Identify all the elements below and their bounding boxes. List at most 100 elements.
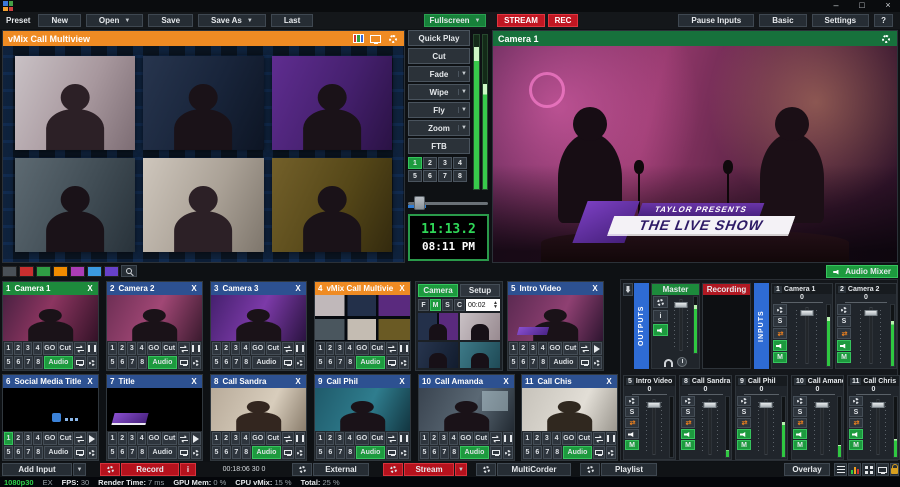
input-settings-icon[interactable] [503,446,513,459]
settings-button[interactable]: Settings [812,14,870,27]
pause-inputs-button[interactable]: Pause Inputs [678,14,754,27]
overlay-2-button[interactable]: 2 [118,432,127,445]
overlay-8-button[interactable]: 8 [539,356,548,369]
input-settings-icon[interactable] [87,446,97,459]
overlay-6-button[interactable]: 6 [326,356,335,369]
input-thumbnail[interactable] [107,388,202,431]
speaker-button[interactable] [773,340,787,351]
loop-icon[interactable] [386,342,398,355]
gear-icon[interactable] [793,396,807,406]
call-thumb[interactable] [460,342,500,369]
transition-t-bar[interactable] [408,196,488,210]
mute-button[interactable]: M [837,352,851,363]
pin-button[interactable] [623,283,633,296]
overlay-8-button[interactable]: 8 [138,446,147,459]
stinger-4-button[interactable]: 4 [453,157,467,169]
overlay-2-button[interactable]: 2 [118,342,127,355]
overlay-3-button[interactable]: 3 [24,432,33,445]
gear-icon[interactable] [386,34,399,44]
overlay-2-button[interactable]: 2 [430,432,439,445]
overlay-4-button[interactable]: 4 [345,432,354,445]
fullscreen-monitor-icon[interactable] [178,356,190,369]
audio-button[interactable]: Audio [252,356,282,369]
close-input-button[interactable]: X [189,284,199,293]
master-fader[interactable] [668,296,693,354]
overlay-7-button[interactable]: 7 [440,446,449,459]
go-button[interactable]: GO [43,342,57,355]
input-header[interactable]: 3 Camera 3 X [211,282,306,295]
overlay-6-button[interactable]: 6 [118,356,127,369]
channel-fader[interactable] [751,396,781,458]
help-button[interactable]: ? [874,14,893,27]
overlay-8-button[interactable]: 8 [242,446,251,459]
color-filter-swatch[interactable] [19,266,34,277]
overlay-7-button[interactable]: 7 [24,356,33,369]
overlay-1-button[interactable]: 1 [420,432,429,445]
overlay-5-button[interactable]: 5 [316,446,325,459]
speaker-button[interactable] [837,340,851,351]
input-header[interactable]: 11 Call Chis X [522,375,617,388]
cut-button[interactable]: Cut [58,342,73,355]
call-thumb[interactable] [418,342,458,369]
input-header[interactable]: 5 Intro Video X [508,282,603,295]
input-thumbnail[interactable] [211,388,306,431]
multicorder-settings-button[interactable] [476,463,496,476]
stinger-5-button[interactable]: 5 [408,170,422,182]
call-thumb[interactable] [460,313,500,340]
overlay-8-button[interactable]: 8 [242,356,251,369]
overlay-1-button[interactable]: 1 [108,342,117,355]
go-button[interactable]: GO [355,342,369,355]
overlay-1-button[interactable]: 1 [316,432,325,445]
go-button[interactable]: GO [355,432,369,445]
stepper-arrows-icon[interactable]: ▲▼ [493,301,498,309]
headphone-volume-knob[interactable] [677,357,687,367]
info-button[interactable]: i [653,310,668,322]
speaker-button[interactable] [653,324,668,336]
overlay-3-button[interactable]: 3 [529,342,538,355]
color-bars-icon[interactable] [352,34,365,44]
fader-handle[interactable] [816,402,829,408]
playpause-button[interactable] [399,342,409,355]
overlay-3-button[interactable]: 3 [231,342,240,355]
audio-button[interactable]: Audio [252,446,282,459]
overlay-4-button[interactable]: 4 [33,342,42,355]
audio-button[interactable]: Audio [563,446,593,459]
overlay-5-button[interactable]: 5 [4,356,13,369]
color-filter-swatch[interactable] [2,266,17,277]
cut-button[interactable]: Cut [370,342,385,355]
bus-routing-icon[interactable]: ⇄ [773,328,787,339]
solo-button[interactable]: S [793,407,807,417]
fader-handle[interactable] [674,302,687,308]
fly-button[interactable]: Fly▼ [408,102,470,118]
playpause-button[interactable] [191,432,201,445]
input-thumbnail[interactable] [315,388,410,431]
input-settings-icon[interactable] [592,356,602,369]
audio-button[interactable]: Audio [549,356,579,369]
overlay-4-button[interactable]: 4 [345,342,354,355]
go-button[interactable]: GO [147,342,161,355]
cut-button[interactable]: Cut [408,48,470,64]
playpause-button[interactable] [87,342,97,355]
playlist-button[interactable]: Playlist [601,463,657,476]
loop-icon[interactable] [593,432,605,445]
fader-handle[interactable] [760,402,773,408]
playpause-button[interactable] [503,432,513,445]
overlay-button[interactable]: Overlay [784,463,830,476]
fullscreen-monitor-icon[interactable] [386,356,398,369]
overlay-2-button[interactable]: 2 [222,432,231,445]
audio-mixer-tab[interactable]: Audio Mixer [826,265,898,278]
overlay-6-button[interactable]: 6 [326,446,335,459]
stream-status-badge[interactable]: STREAM [497,14,545,27]
fader-handle[interactable] [648,402,661,408]
channel-fader[interactable] [787,304,826,367]
mute-button[interactable]: M [773,352,787,363]
speaker-button[interactable] [737,429,751,439]
overlay-7-button[interactable]: 7 [336,446,345,459]
gear-icon[interactable] [625,396,639,406]
speaker-button[interactable] [625,429,639,439]
overlay-7-button[interactable]: 7 [232,356,241,369]
overlay-7-button[interactable]: 7 [128,356,137,369]
call-mode-f-button[interactable]: F [418,299,429,311]
overlay-4-button[interactable]: 4 [449,432,458,445]
overlay-8-button[interactable]: 8 [34,446,43,459]
